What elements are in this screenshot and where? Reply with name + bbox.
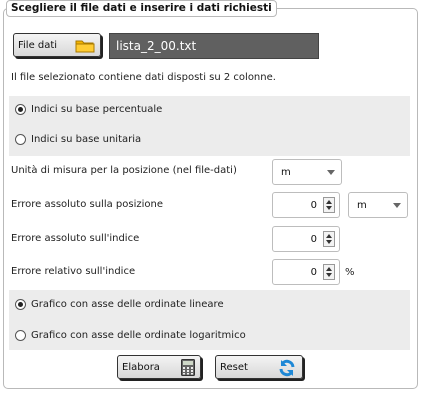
percent-unit-label: % (345, 267, 355, 278)
chevron-down-icon (393, 203, 401, 208)
spinner-arrows-icon[interactable] (323, 231, 335, 247)
unit-select[interactable]: m (272, 159, 342, 185)
file-data-button[interactable]: File dati (13, 33, 101, 57)
calculator-icon (181, 359, 195, 379)
chevron-down-icon (327, 170, 335, 175)
abs-pos-error-input[interactable]: 0 (272, 192, 340, 218)
abs-pos-error-value: 0 (310, 200, 317, 211)
radio-percentage-index[interactable] (15, 104, 26, 115)
radio-linear-axis[interactable] (15, 299, 26, 310)
radio-percentage-label: Indici su base percentuale (31, 104, 163, 115)
abs-pos-unit-select[interactable]: m (348, 192, 408, 218)
reset-button[interactable]: Reset (215, 355, 303, 379)
radio-log-axis[interactable] (15, 330, 26, 341)
process-button[interactable]: Elabora (117, 355, 201, 379)
unit-label: Unità di misura per la posizione (nel fi… (11, 165, 237, 176)
abs-idx-error-value: 0 (310, 234, 317, 245)
folder-icon (75, 38, 95, 56)
abs-pos-error-label: Errore assoluto sulla posizione (11, 199, 163, 210)
file-data-label: File dati (18, 39, 58, 51)
spinner-arrows-icon[interactable] (323, 197, 335, 213)
abs-idx-error-input[interactable]: 0 (272, 226, 340, 252)
radio-linear-label: Grafico con asse delle ordinate lineare (31, 299, 224, 310)
abs-idx-error-label: Errore assoluto sull'indice (11, 233, 140, 244)
refresh-icon (277, 358, 297, 381)
rel-idx-error-input[interactable]: 0 (272, 259, 340, 285)
process-label: Elabora (122, 361, 160, 373)
rel-idx-error-value: 0 (310, 267, 317, 278)
file-info-text: Il file selezionato contiene dati dispos… (11, 72, 276, 83)
rel-idx-error-label: Errore relativo sull'indice (11, 266, 136, 277)
abs-pos-unit-value: m (357, 200, 367, 211)
selected-file-field: lista_2_00.txt (109, 33, 319, 59)
radio-unit-index[interactable] (15, 134, 26, 145)
reset-label: Reset (220, 361, 248, 373)
spinner-arrows-icon[interactable] (323, 264, 335, 280)
radio-unit-label: Indici su base unitaria (31, 134, 142, 145)
radio-log-label: Grafico con asse delle ordinate logaritm… (31, 330, 246, 341)
unit-select-value: m (281, 167, 291, 178)
panel-title: Scegliere il file dati e inserire i dati… (6, 0, 277, 17)
